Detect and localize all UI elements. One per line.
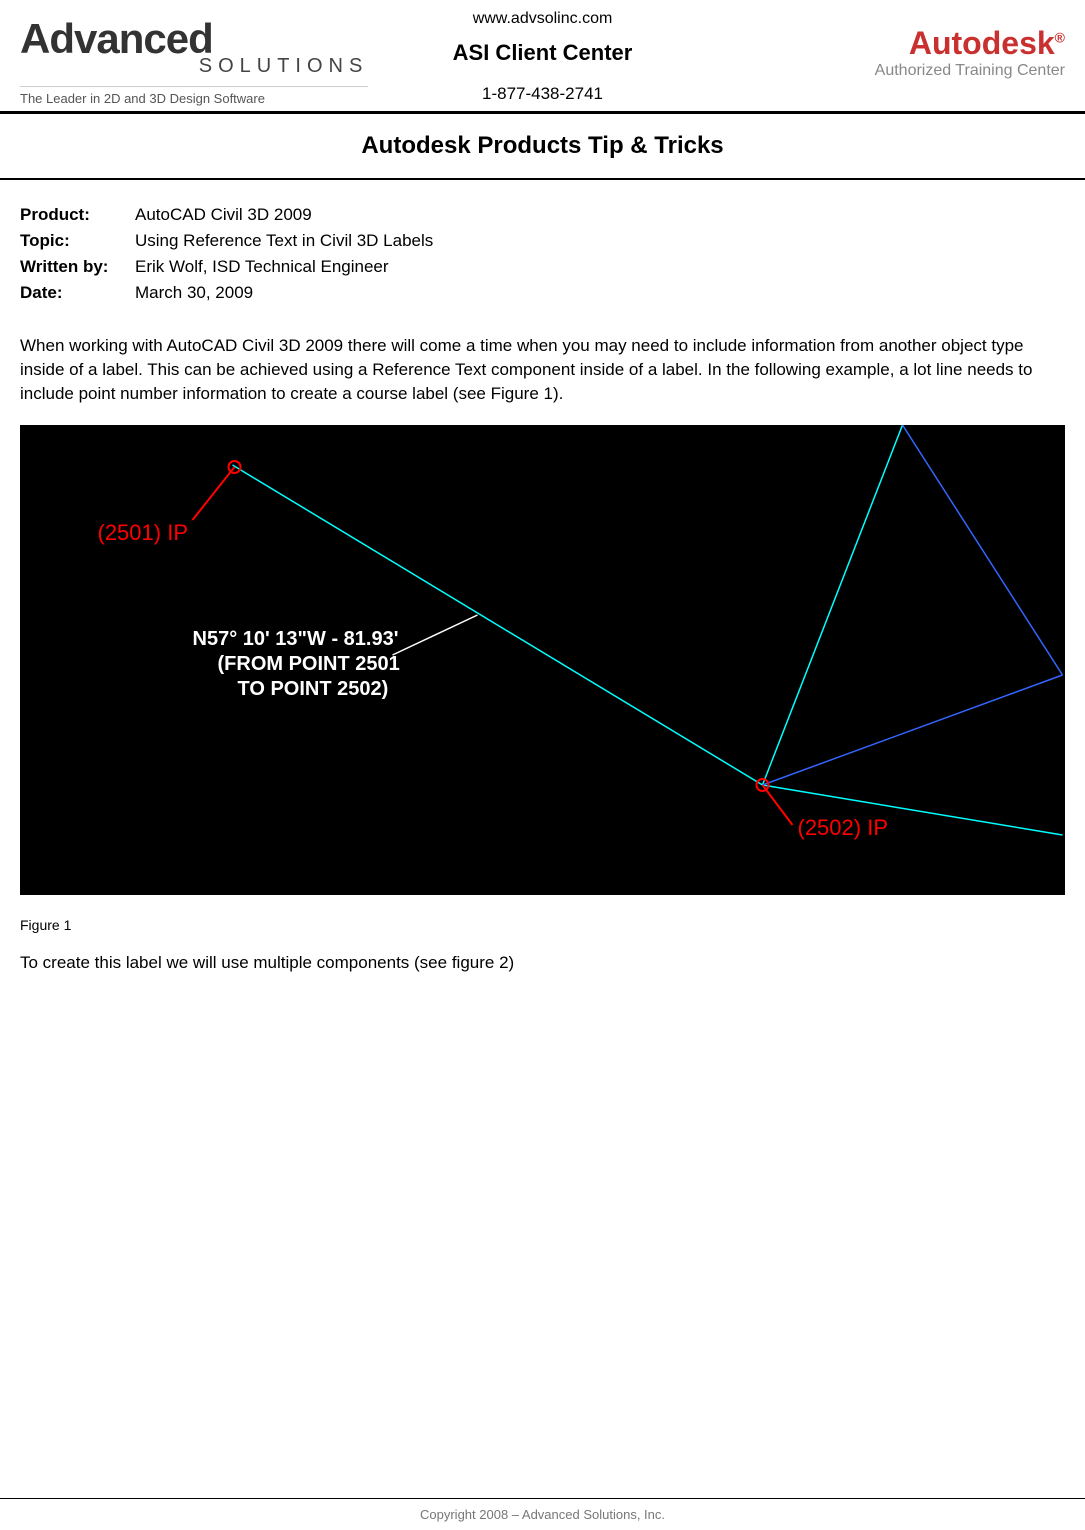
- lot-line-blue2: [763, 675, 1063, 785]
- autodesk-brand: Autodesk®: [717, 25, 1065, 62]
- meta-product-row: Product: AutoCAD Civil 3D 2009: [20, 205, 1065, 225]
- topic-label: Topic:: [20, 231, 135, 251]
- page-header: Advanced SOLUTIONS The Leader in 2D and …: [0, 0, 1085, 114]
- date-label: Date:: [20, 283, 135, 303]
- logo-advanced-solutions: Advanced SOLUTIONS The Leader in 2D and …: [20, 10, 368, 106]
- phone-number: 1-877-438-2741: [368, 84, 716, 104]
- meta-date-row: Date: March 30, 2009: [20, 283, 1065, 303]
- point-2502-label: (2502) IP: [798, 815, 889, 840]
- page-title: Autodesk Products Tip & Tricks: [0, 114, 1085, 180]
- product-value: AutoCAD Civil 3D 2009: [135, 205, 1065, 225]
- logo-autodesk: Autodesk® Authorized Training Center: [717, 10, 1065, 80]
- logo-tagline: The Leader in 2D and 3D Design Software: [20, 86, 368, 106]
- registered-mark: ®: [1055, 29, 1065, 45]
- point-leader-2501: [193, 467, 235, 520]
- cad-svg: (2501) IP N57° 10' 13"W - 81.93' (FROM P…: [20, 425, 1065, 895]
- lot-line-up: [763, 425, 903, 785]
- cad-drawing-figure-1: (2501) IP N57° 10' 13"W - 81.93' (FROM P…: [20, 425, 1065, 895]
- meta-author-row: Written by: Erik Wolf, ISD Technical Eng…: [20, 257, 1065, 277]
- point-leader-2502: [763, 785, 793, 825]
- second-paragraph: To create this label we will use multipl…: [0, 941, 1085, 985]
- intro-paragraph: When working with AutoCAD Civil 3D 2009 …: [0, 324, 1085, 415]
- header-center: www.advsolinc.com ASI Client Center 1-87…: [368, 10, 716, 104]
- bearing-text-line2: (FROM POINT 2501: [218, 653, 400, 675]
- client-center-title: ASI Client Center: [368, 40, 716, 66]
- document-metadata: Product: AutoCAD Civil 3D 2009 Topic: Us…: [0, 180, 1085, 324]
- lot-line-main: [233, 465, 763, 785]
- author-value: Erik Wolf, ISD Technical Engineer: [135, 257, 1065, 277]
- date-value: March 30, 2009: [135, 283, 1065, 303]
- page-footer: Copyright 2008 – Advanced Solutions, Inc…: [0, 1498, 1085, 1530]
- author-label: Written by:: [20, 257, 135, 277]
- topic-value: Using Reference Text in Civil 3D Labels: [135, 231, 1065, 251]
- product-label: Product:: [20, 205, 135, 225]
- lot-line-blue: [903, 425, 1063, 675]
- figure-1-container: (2501) IP N57° 10' 13"W - 81.93' (FROM P…: [0, 415, 1085, 905]
- point-2501-label: (2501) IP: [98, 520, 189, 545]
- brand-text: Autodesk: [909, 25, 1055, 61]
- label-leader: [393, 615, 478, 655]
- autodesk-subtitle: Authorized Training Center: [717, 62, 1065, 80]
- bearing-text-line3: TO POINT 2502): [238, 678, 389, 700]
- figure-1-caption: Figure 1: [0, 905, 1085, 941]
- bearing-text-line1: N57° 10' 13"W - 81.93': [193, 628, 399, 650]
- meta-topic-row: Topic: Using Reference Text in Civil 3D …: [20, 231, 1065, 251]
- website-url: www.advsolinc.com: [368, 10, 716, 28]
